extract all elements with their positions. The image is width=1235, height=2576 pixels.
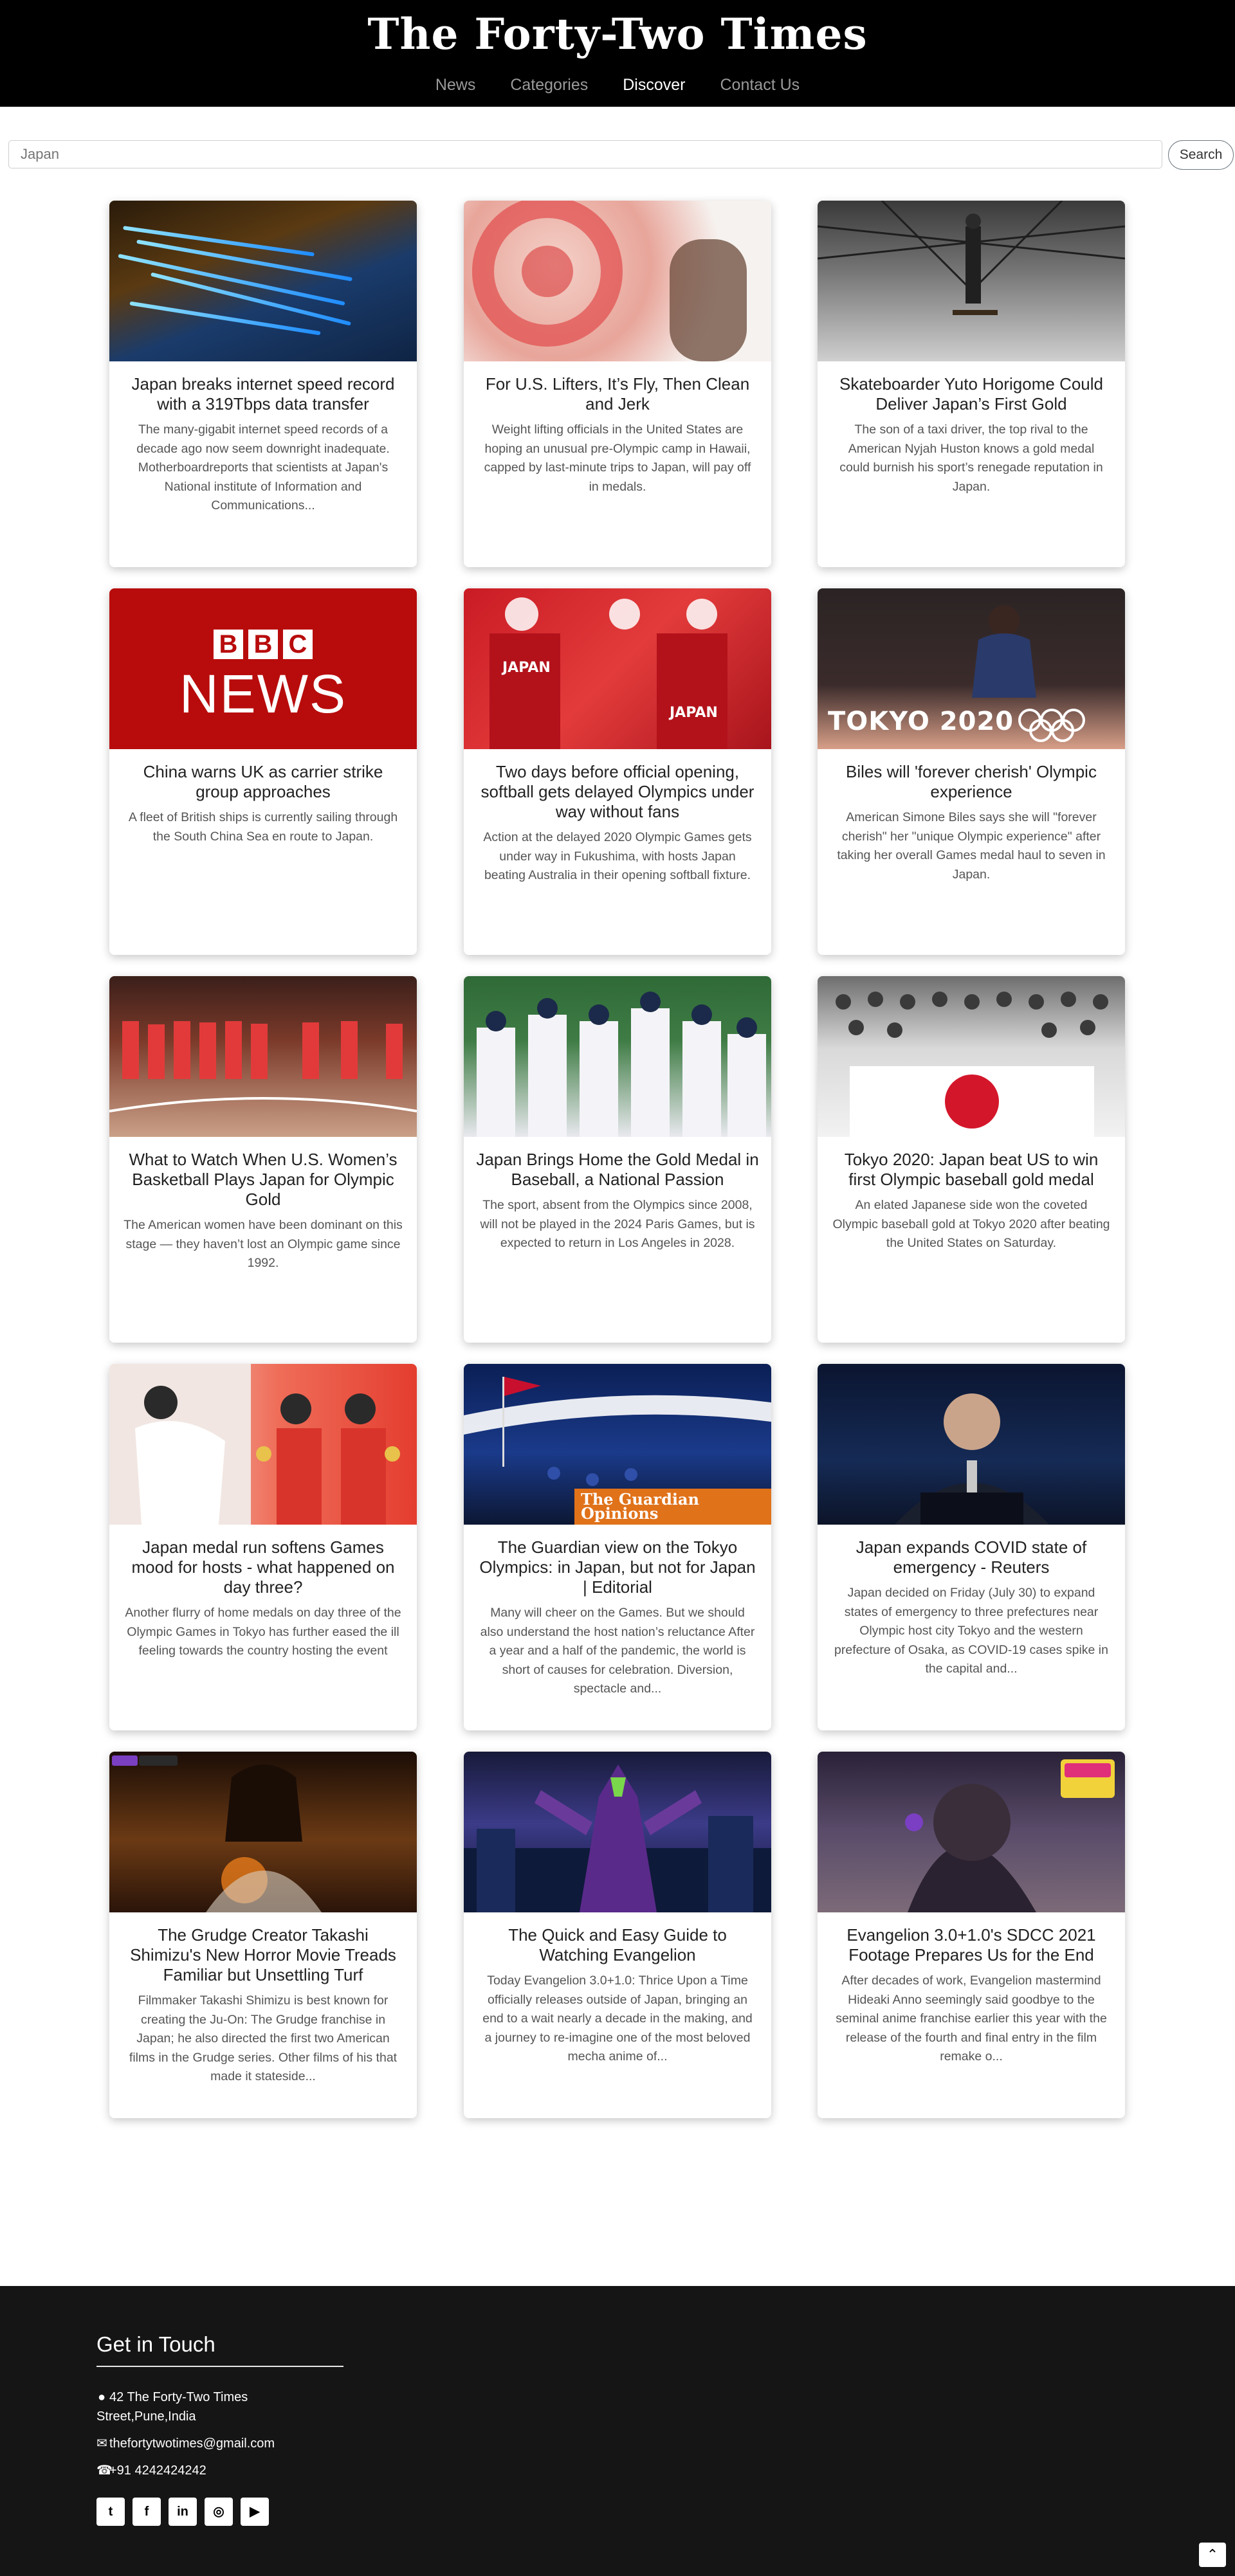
article-description: Action at the delayed 2020 Olympic Games… [483, 830, 752, 882]
article-description: Japan decided on Friday (July 30) to exp… [834, 1586, 1108, 1676]
article-title[interactable]: Two days before official opening, softba… [475, 762, 760, 822]
article-thumbnail [818, 1364, 1125, 1525]
site-footer: Get in Touch ● 42 The Forty-Two Times Str… [0, 2286, 1235, 2576]
article-description: The many-gigabit internet speed records … [136, 422, 390, 512]
article-thumbnail [818, 976, 1125, 1137]
site-header: The Forty-Two Times News Categories Disc… [0, 0, 1235, 107]
article-description: Weight lifting officials in the United S… [484, 422, 751, 494]
footer-title: Get in Touch [96, 2332, 215, 2356]
article-card[interactable]: For U.S. Lifters, It’s Fly, Then Clean a… [464, 201, 771, 567]
nav-contact-us[interactable]: Contact Us [720, 76, 800, 95]
article-description: An elated Japanese side won the coveted … [832, 1198, 1110, 1250]
footer-address: ● 42 The Forty-Two Times [96, 2388, 248, 2407]
footer-address-line-2: Street,Pune,India [96, 2407, 196, 2426]
search-input[interactable] [8, 140, 1162, 168]
map-marker-icon: ● [97, 2390, 106, 2404]
email-text[interactable]: thefortytwotimes@gmail.com [109, 2436, 275, 2451]
article-description: A fleet of British ships is currently sa… [128, 810, 398, 844]
guardian-opinions-logo: The Guardian Opinions [574, 1489, 771, 1525]
svg-text:JAPAN: JAPAN [668, 705, 718, 721]
article-thumbnail [109, 1752, 417, 1912]
article-title[interactable]: Biles will 'forever cherish' Olympic exp… [829, 762, 1113, 802]
nav-news[interactable]: News [435, 76, 476, 95]
facebook-icon[interactable]: f [133, 2498, 161, 2526]
article-description: Today Evangelion 3.0+1.0: Thrice Upon a … [482, 1973, 753, 2064]
article-description: Filmmaker Takashi Shimizu is best known … [129, 1993, 398, 2083]
search-button[interactable]: Search [1168, 140, 1234, 170]
article-description: The sport, absent from the Olympics sinc… [480, 1198, 755, 1250]
article-thumbnail: JAPAN JAPAN [464, 588, 771, 749]
article-description: American Simone Biles says she will "for… [837, 810, 1106, 882]
article-title[interactable]: Japan medal run softens Games mood for h… [121, 1537, 405, 1597]
footer-phone[interactable]: ☎+91 4242424242 [96, 2461, 206, 2480]
article-thumbnail: BBC NEWS [109, 588, 417, 749]
article-thumbnail [109, 201, 417, 361]
footer-email[interactable]: ✉ thefortytwotimes@gmail.com [96, 2434, 275, 2453]
article-title[interactable]: For U.S. Lifters, It’s Fly, Then Clean a… [475, 374, 760, 414]
article-card[interactable]: The Grudge Creator Takashi Shimizu's New… [109, 1752, 417, 2118]
article-card[interactable]: Japan expands COVID state of emergency -… [818, 1364, 1125, 1730]
article-thumbnail [818, 201, 1125, 361]
article-description: Another flurry of home medals on day thr… [125, 1606, 401, 1658]
instagram-icon[interactable]: ◎ [205, 2498, 233, 2526]
article-description: Many will cheer on the Games. But we sho… [480, 1606, 755, 1696]
article-title[interactable]: The Quick and Easy Guide to Watching Eva… [475, 1925, 760, 1965]
article-thumbnail [109, 976, 417, 1137]
nav-categories[interactable]: Categories [510, 76, 588, 95]
article-thumbnail [464, 1752, 771, 1912]
article-card[interactable]: BBC NEWS China warns UK as carrier strik… [109, 588, 417, 955]
article-title[interactable]: The Guardian view on the Tokyo Olympics:… [475, 1537, 760, 1597]
envelope-icon: ✉ [96, 2436, 107, 2451]
address-line-2: Street,Pune,India [96, 2409, 196, 2424]
article-thumbnail [109, 1364, 417, 1525]
linkedin-icon[interactable]: in [169, 2498, 197, 2526]
article-title[interactable]: China warns UK as carrier strike group a… [121, 762, 405, 802]
bbc-logo: BBC [109, 630, 417, 659]
article-card[interactable]: TOKYO 2020 Biles will 'forever cherish' … [818, 588, 1125, 955]
nav-discover[interactable]: Discover [623, 76, 685, 95]
svg-text:JAPAN: JAPAN [501, 660, 551, 676]
bbc-news-wordmark: NEWS [179, 664, 347, 724]
address-line-1: 42 The Forty-Two Times [109, 2390, 248, 2404]
article-card[interactable]: Skateboarder Yuto Horigome Could Deliver… [818, 201, 1125, 567]
article-thumbnail: TOKYO 2020 [818, 588, 1125, 749]
phone-icon: ☎ [96, 2463, 113, 2478]
article-thumbnail [464, 976, 771, 1137]
article-title[interactable]: What to Watch When U.S. Women’s Basketba… [121, 1150, 405, 1210]
article-title[interactable]: Tokyo 2020: Japan beat US to win first O… [829, 1150, 1113, 1190]
article-card[interactable]: Japan medal run softens Games mood for h… [109, 1364, 417, 1730]
twitter-icon[interactable]: t [96, 2498, 125, 2526]
article-title[interactable]: Japan breaks internet speed record with … [121, 374, 405, 414]
article-card[interactable]: Tokyo 2020: Japan beat US to win first O… [818, 976, 1125, 1343]
article-thumbnail [464, 201, 771, 361]
social-links: t f in ◎ ▶ [96, 2498, 269, 2526]
site-brand[interactable]: The Forty-Two Times [0, 9, 1235, 59]
phone-text[interactable]: +91 4242424242 [109, 2463, 206, 2478]
article-description: The son of a taxi driver, the top rival … [839, 422, 1103, 494]
article-card[interactable]: The Guardian Opinions The Guardian view … [464, 1364, 771, 1730]
article-card[interactable]: The Quick and Easy Guide to Watching Eva… [464, 1752, 771, 2118]
tokyo-2020-wordmark: TOKYO 2020 [828, 707, 1014, 736]
main-nav: News Categories Discover Contact Us [0, 76, 1235, 95]
article-card[interactable]: Evangelion 3.0+1.0's SDCC 2021 Footage P… [818, 1752, 1125, 2118]
footer-divider [96, 2366, 343, 2367]
article-title[interactable]: Japan Brings Home the Gold Medal in Base… [475, 1150, 760, 1190]
article-title[interactable]: Skateboarder Yuto Horigome Could Deliver… [829, 374, 1113, 414]
article-description: The American women have been dominant on… [124, 1218, 403, 1270]
article-thumbnail [818, 1752, 1125, 1912]
article-card[interactable]: Japan breaks internet speed record with … [109, 201, 417, 567]
article-thumbnail: The Guardian Opinions [464, 1364, 771, 1525]
youtube-icon[interactable]: ▶ [241, 2498, 269, 2526]
back-to-top-button[interactable]: ⌃ [1199, 2543, 1226, 2567]
article-card[interactable]: What to Watch When U.S. Women’s Basketba… [109, 976, 417, 1343]
article-title[interactable]: Japan expands COVID state of emergency -… [829, 1537, 1113, 1577]
article-card[interactable]: Japan Brings Home the Gold Medal in Base… [464, 976, 771, 1343]
article-title[interactable]: The Grudge Creator Takashi Shimizu's New… [121, 1925, 405, 1985]
article-card[interactable]: JAPAN JAPAN Two days before official ope… [464, 588, 771, 955]
chevron-up-icon: ⌃ [1206, 2546, 1219, 2562]
article-title[interactable]: Evangelion 3.0+1.0's SDCC 2021 Footage P… [829, 1925, 1113, 1965]
article-description: After decades of work, Evangelion master… [836, 1973, 1107, 2064]
